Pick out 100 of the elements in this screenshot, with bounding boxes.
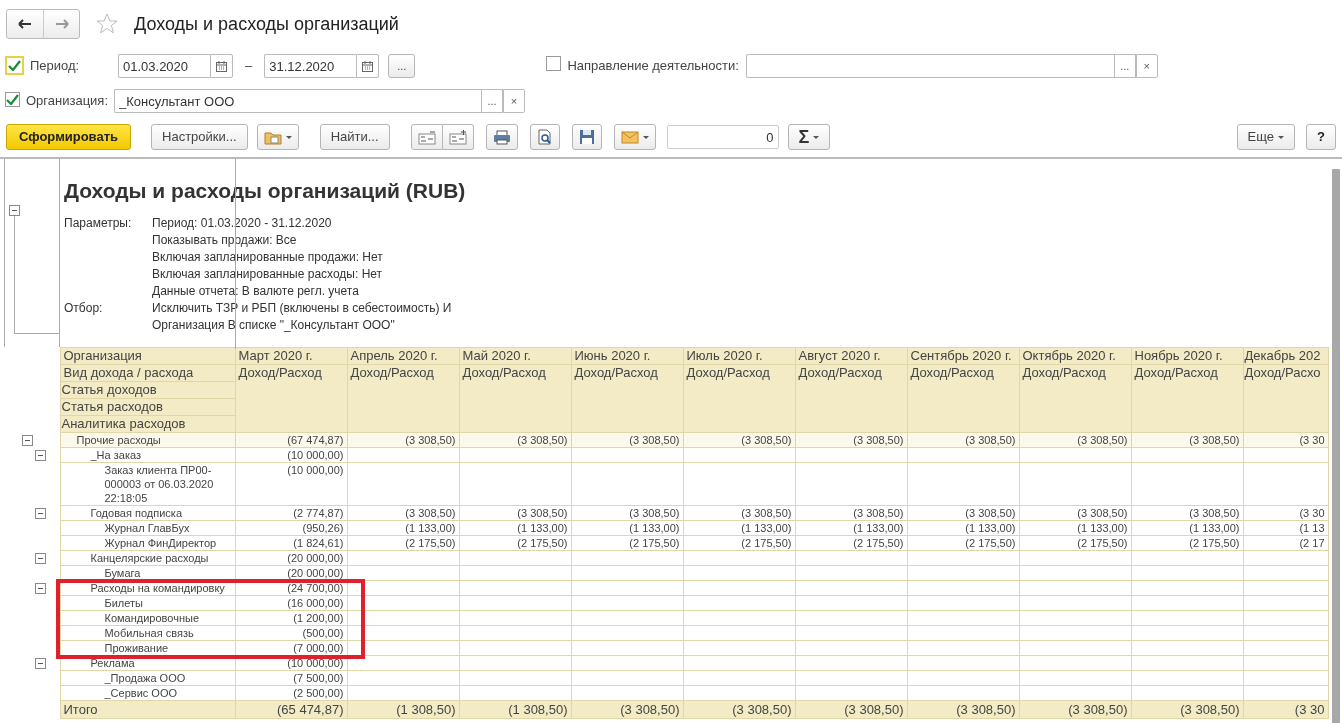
value-cell: (3 308,50): [795, 505, 907, 521]
parameter-value: Организация В списке "_Консультант ООО": [152, 317, 396, 334]
collapse-icon[interactable]: [35, 582, 46, 594]
value-cell: (1 133,00): [571, 520, 683, 536]
row-label: Бумага: [60, 565, 235, 581]
value-cell: (7 500,00): [235, 670, 347, 686]
value-cell: (10 000,00): [235, 447, 347, 463]
folder-icon: [263, 129, 282, 145]
parameter-value: Исключить ТЗР и РБП (включены в себестоимость) И: [152, 300, 453, 317]
value-cell: (1 200,00): [235, 610, 347, 626]
mail-button[interactable]: [613, 124, 656, 150]
parameter-value: Показывать продажи: Все: [152, 232, 298, 249]
row-label: Годовая подписка: [60, 505, 235, 521]
clear-button[interactable]: ×: [1135, 54, 1158, 78]
value-cell: (3 308,50): [347, 505, 459, 521]
collapse-button[interactable]: [410, 124, 443, 150]
value-cell: (2 500,00): [235, 685, 347, 701]
count-field[interactable]: 0: [666, 125, 779, 149]
parameter-label: Отбор:: [64, 300, 104, 317]
date-separator: –: [245, 57, 253, 76]
collapse-icon[interactable]: [35, 657, 46, 669]
column-header: Октябрь 2020 г.: [1019, 347, 1131, 365]
column-header: Май 2020 г.: [459, 347, 571, 365]
direction-field[interactable]: [745, 54, 1114, 78]
column-header: Август 2020 г.: [795, 347, 907, 365]
column-header: Доход/Расход: [235, 364, 347, 433]
value-cell: (16 000,00): [235, 595, 347, 611]
sum-button[interactable]: Σ: [787, 124, 831, 150]
value-cell: (1 133,00): [1131, 520, 1243, 536]
value-cell: (20 000,00): [235, 550, 347, 566]
row-label: _Сервис ООО: [60, 685, 235, 701]
calendar-icon: [362, 60, 374, 72]
parameter-label: Параметры:: [64, 215, 133, 232]
column-header: Доход/Расхо: [1243, 364, 1328, 433]
checkbox[interactable]: [546, 55, 562, 71]
settings-button[interactable]: Настройки...: [151, 124, 248, 150]
value-cell: (24 700,00): [235, 580, 347, 596]
calendar-icon: [216, 60, 227, 72]
parameter-value: Данные отчета: В валюте регл. учета: [152, 283, 360, 300]
forward-arrow-icon: [54, 19, 69, 29]
floppy-icon: [578, 129, 595, 145]
column-header: Сентябрь 2020 г.: [907, 347, 1019, 365]
parameter-value: Включая запланированные продажи: Нет: [152, 249, 384, 266]
column-header: Доход/Расход: [1019, 364, 1131, 433]
value-cell: (2 175,50): [459, 535, 571, 551]
value-cell: (2 17: [1243, 535, 1328, 551]
organization-field[interactable]: _Консультант ООО: [114, 89, 481, 113]
calendar-button[interactable]: [356, 54, 380, 78]
preview-button[interactable]: [529, 124, 560, 150]
column-header: Доход/Расход: [347, 364, 459, 433]
select-button[interactable]: ...: [1113, 54, 1136, 78]
column-header: Декабрь 202: [1243, 347, 1328, 365]
date-to-field[interactable]: 31.12.2020: [264, 54, 357, 78]
collapse-icon[interactable]: [22, 434, 33, 446]
help-button[interactable]: ?: [1306, 124, 1336, 150]
value-cell: (1 824,61): [235, 535, 347, 551]
envelope-icon: [620, 130, 639, 144]
column-header: Доход/Расход: [683, 364, 795, 433]
find-button[interactable]: Найти...: [319, 124, 390, 150]
value-cell: (1 133,00): [459, 520, 571, 536]
date-from-field[interactable]: 01.03.2020: [118, 54, 210, 78]
value-cell: (1 133,00): [907, 520, 1019, 536]
back-arrow-icon: [18, 19, 32, 29]
value-cell: (950,26): [235, 520, 347, 536]
collapse-icon[interactable]: [35, 449, 46, 461]
value-cell: (1 13: [1243, 520, 1328, 536]
value-cell: (3 30: [1243, 505, 1328, 521]
window-title: Доходы и расходы организаций: [134, 12, 399, 36]
collapse-icon[interactable]: [35, 507, 46, 519]
scrollbar[interactable]: [1332, 169, 1340, 723]
header-cell: Организация: [60, 347, 235, 365]
expand-button[interactable]: [442, 124, 474, 150]
print-button[interactable]: [485, 124, 518, 150]
calendar-button[interactable]: [210, 54, 233, 78]
column-header: Доход/Расход: [795, 364, 907, 433]
column-header: Июнь 2020 г.: [571, 347, 683, 365]
generate-button[interactable]: Сформировать: [6, 124, 132, 150]
value-cell: (2 175,50): [1131, 535, 1243, 551]
checkbox[interactable]: [5, 55, 24, 75]
more-button[interactable]: Еще: [1236, 124, 1296, 150]
checkbox[interactable]: [5, 92, 20, 108]
variant-button[interactable]: [256, 124, 299, 150]
row-label: _На заказ: [60, 447, 235, 463]
caret-icon: [1278, 135, 1285, 139]
value-cell: (1 133,00): [347, 520, 459, 536]
row-label: Расходы на командировку: [60, 580, 235, 596]
value-cell: (1 133,00): [795, 520, 907, 536]
collapse-icon[interactable]: [35, 552, 46, 564]
value-cell: (3 308,50): [683, 505, 795, 521]
value-cell: (2 175,50): [683, 535, 795, 551]
clear-button[interactable]: ×: [503, 89, 525, 113]
check-icon: [8, 59, 21, 71]
value-cell: (3 308,50): [459, 505, 571, 521]
value-cell: (2 175,50): [907, 535, 1019, 551]
star-icon[interactable]: [96, 13, 118, 35]
caret-icon: [813, 135, 820, 139]
save-button[interactable]: [571, 124, 602, 150]
period-label: Период:: [30, 57, 81, 76]
select-button[interactable]: ...: [481, 89, 503, 113]
select-button[interactable]: ...: [388, 54, 416, 78]
